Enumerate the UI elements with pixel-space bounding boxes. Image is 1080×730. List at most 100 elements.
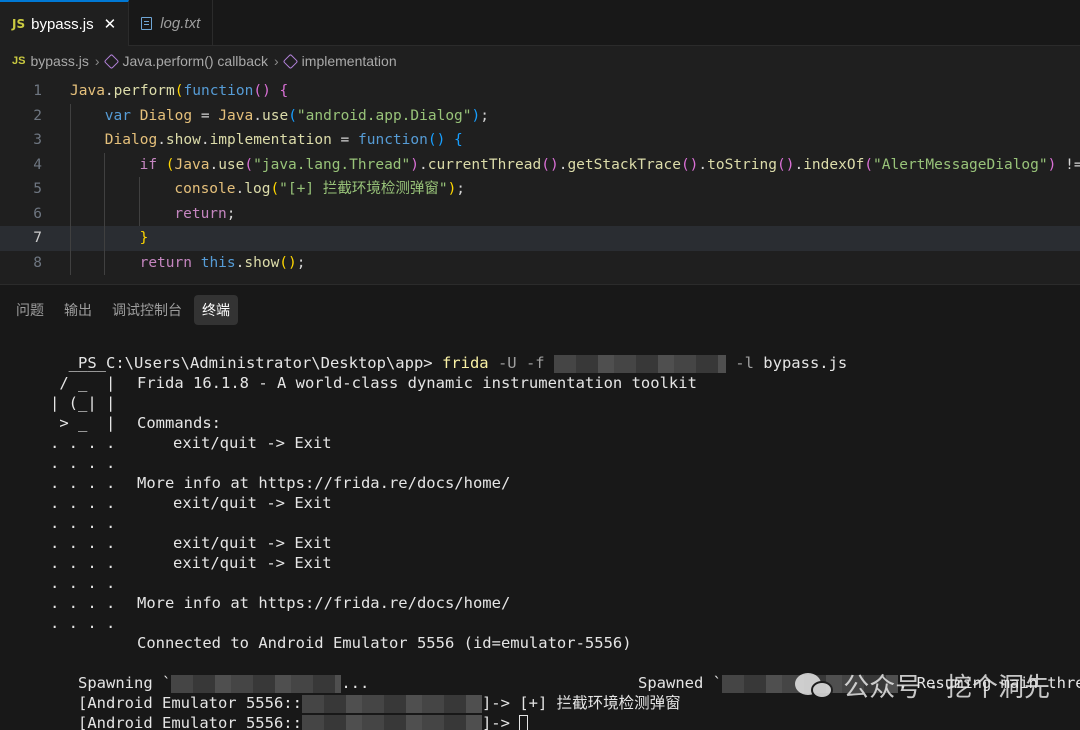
repl-prompt-line[interactable]: [Android Emulator 5556::]-> xyxy=(22,693,529,730)
code-line[interactable]: 1 Java.perform(function() { xyxy=(0,79,1080,104)
code-token: function xyxy=(358,132,428,148)
code-text: } xyxy=(140,226,149,251)
breadcrumb-item-implementation[interactable]: implementation xyxy=(302,53,397,69)
method-icon xyxy=(282,53,298,69)
bottom-panel: 问题 输出 调试控制台 终端 PS C:\Users\Administrator… xyxy=(0,284,1080,730)
logo-line: > _ | xyxy=(22,414,116,432)
log-line: [Android Emulator 5556::]-> [+] 拦截环境检测弹窗 xyxy=(22,673,681,713)
code-token: "java.lang.Thread" xyxy=(253,156,411,173)
logo-line: . . . . xyxy=(22,594,116,612)
code-line[interactable]: 4 if (Java.use("java.lang.Thread").curren… xyxy=(0,152,1080,178)
code-token: } xyxy=(139,230,149,246)
tab-terminal[interactable]: 终端 xyxy=(194,295,238,325)
logo-line: ____ xyxy=(22,354,106,372)
code-text: if (Java.use("java.lang.Thread").current… xyxy=(140,153,1080,178)
logo-line: . . . . xyxy=(22,434,116,452)
commands-label: Commands: xyxy=(137,414,221,432)
indent-guide xyxy=(104,177,105,202)
code-token: return xyxy=(174,205,227,222)
code-line[interactable]: 2 var Dialog = Java.use("android.app.Dial… xyxy=(0,103,1080,128)
js-file-icon: JS xyxy=(12,17,26,31)
code-token: . xyxy=(157,132,166,148)
code-token: Java xyxy=(70,83,105,99)
terminal-command: frida xyxy=(441,354,489,372)
panel-tabs: 问题 输出 调试控制台 终端 xyxy=(8,295,238,325)
tab-output[interactable]: 输出 xyxy=(56,295,100,325)
line-number: 3 xyxy=(33,132,42,148)
tab-bypass-js[interactable]: JS bypass.js ✕ xyxy=(0,0,130,46)
line-number: 4 xyxy=(33,156,42,173)
tab-debug-console[interactable]: 调试控制台 xyxy=(104,295,190,325)
code-token: . xyxy=(235,181,245,197)
code-token: . xyxy=(200,132,210,148)
code-token: ; xyxy=(226,205,236,222)
terminal-prompt: PS C:\Users\Administrator\Desktop\app> xyxy=(78,354,442,372)
code-text: return this.show(); xyxy=(140,251,306,276)
log-prefix: [Android Emulator 5556:: xyxy=(78,714,302,730)
code-token: currentThread xyxy=(427,156,542,173)
code-token: ( xyxy=(174,83,184,99)
line-number: 7 xyxy=(33,230,42,246)
indent-guide xyxy=(70,152,71,177)
indent-guide xyxy=(70,201,71,226)
code-token: use xyxy=(218,156,245,173)
code-token: show xyxy=(165,132,201,148)
code-token: return xyxy=(139,254,192,271)
line-number: 5 xyxy=(33,181,42,197)
indent-guide xyxy=(104,226,105,251)
logo-line: . . . . xyxy=(22,454,116,472)
code-token: !== xyxy=(1065,156,1080,173)
logo-line: . . . . xyxy=(22,574,116,592)
code-token: this xyxy=(200,254,236,271)
spawning-line: Spawning `... xyxy=(22,653,369,693)
code-token: ) xyxy=(447,181,457,197)
code-line[interactable]: 5 console.log("[+] 拦截环境检测弹窗"); xyxy=(0,177,1080,202)
code-text: Dialog.show.implementation = function() … xyxy=(105,128,463,153)
code-line[interactable]: 8 return this.show(); xyxy=(0,250,1080,276)
code-line[interactable]: 3 Dialog.show.implementation = function()… xyxy=(0,128,1080,153)
indent-guide xyxy=(104,201,105,226)
breadcrumb-item-callback[interactable]: Java.perform() callback xyxy=(123,53,269,69)
frida-banner: Frida 16.1.8 - A world-class dynamic ins… xyxy=(137,374,697,392)
redacted-package xyxy=(301,714,482,730)
js-file-icon: JS xyxy=(12,55,26,67)
code-token: Java xyxy=(218,107,254,124)
tab-problems[interactable]: 问题 xyxy=(8,295,52,325)
terminal-flags: -l xyxy=(725,354,764,372)
code-token: () xyxy=(253,83,271,99)
code-token: "android.app.Dialog" xyxy=(296,107,472,124)
tab-log-txt[interactable]: log.txt xyxy=(129,0,214,46)
code-editor[interactable]: 1 Java.perform(function() {2 var Dialog = … xyxy=(0,79,1080,284)
code-token: toString xyxy=(707,156,777,173)
more-info-line: More info at https://frida.re/docs/home/ xyxy=(137,474,511,492)
code-token: "[+] 拦截环境检测弹窗" xyxy=(279,181,448,197)
indent-guide xyxy=(70,103,71,128)
indent-guide xyxy=(70,226,71,251)
code-line[interactable]: 6 return; xyxy=(0,201,1080,226)
code-token: implementation xyxy=(209,132,332,148)
code-token: ) xyxy=(410,156,419,173)
indent-guide xyxy=(139,201,140,226)
indent-guide xyxy=(70,177,71,202)
chevron-right-icon: › xyxy=(94,53,100,69)
code-token: ; xyxy=(296,254,306,271)
logo-line: . . . . xyxy=(22,534,116,552)
code-token: = xyxy=(331,132,358,148)
code-token: . xyxy=(209,156,219,173)
close-icon[interactable]: ✕ xyxy=(104,15,117,33)
code-token: console xyxy=(174,181,236,197)
logo-line: | (_| | xyxy=(22,394,116,412)
code-token: indexOf xyxy=(803,156,865,173)
breadcrumb-item-file[interactable]: bypass.js xyxy=(30,53,88,69)
code-token: function xyxy=(183,83,254,99)
indent-guide xyxy=(139,177,140,202)
wechat-icon xyxy=(795,671,835,701)
code-token: ) xyxy=(471,107,481,124)
code-token: getStackTrace xyxy=(567,156,681,173)
terminal-script-name: bypass.js xyxy=(763,354,848,372)
code-line[interactable]: 7} xyxy=(0,226,1080,251)
